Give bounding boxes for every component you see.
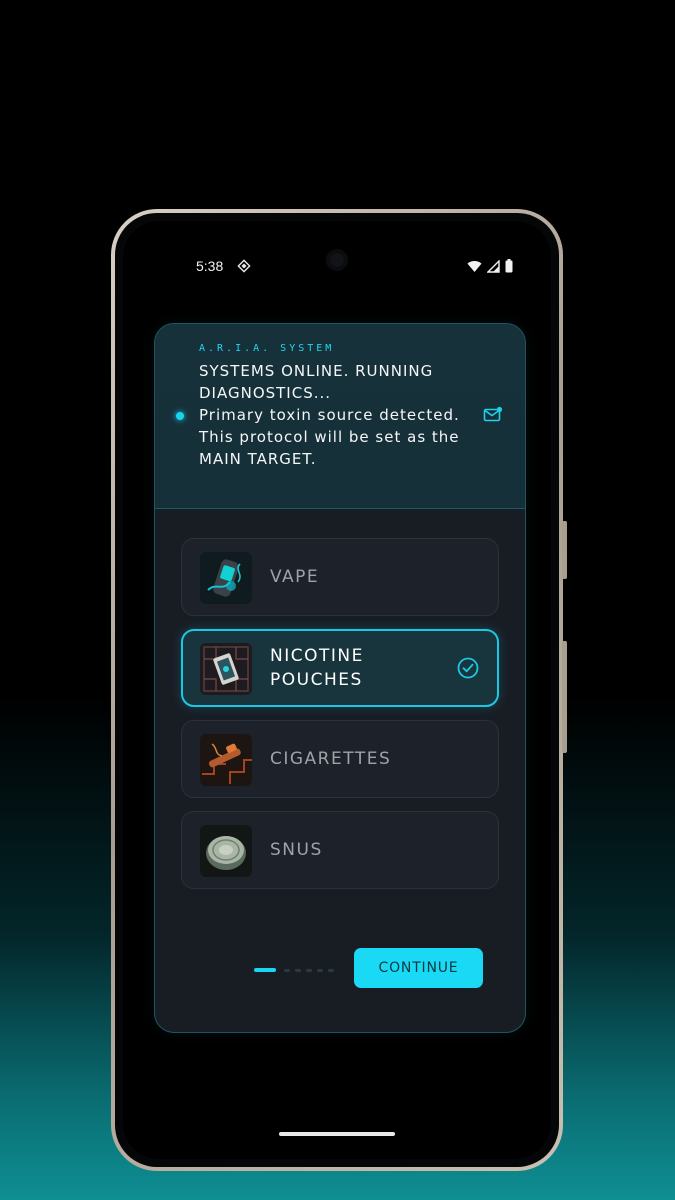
option-vape[interactable]: VAPE xyxy=(181,538,499,616)
battery-icon xyxy=(505,259,513,273)
vpn-icon xyxy=(237,259,251,273)
message-notification-icon[interactable] xyxy=(483,406,503,424)
message-sender: A.R.I.A. SYSTEM xyxy=(199,343,335,354)
continue-button[interactable]: CONTINUE xyxy=(354,948,483,988)
check-circle-icon xyxy=(457,657,479,679)
page-dot-active xyxy=(254,968,276,972)
card-footer: CONTINUE xyxy=(155,948,525,992)
page-dot xyxy=(284,968,290,972)
front-camera xyxy=(326,249,348,271)
page-dot xyxy=(306,968,312,972)
message-text: SYSTEMS ONLINE. RUNNING DIAGNOSTICS... P… xyxy=(199,362,460,468)
option-label: SNUS xyxy=(270,840,323,860)
option-label: VAPE xyxy=(270,567,320,587)
option-label: NICOTINE POUCHES xyxy=(270,646,364,690)
target-selection-card: A.R.I.A. SYSTEM SYSTEMS ONLINE. RUNNING … xyxy=(154,323,526,1033)
message-indicator-dot xyxy=(176,412,184,420)
option-cigarettes[interactable]: CIGARETTES xyxy=(181,720,499,798)
wifi-icon xyxy=(467,260,482,272)
screen: 5:38 A.R.I.A. SYSTEM SYSTEMS ONLINE. RUN… xyxy=(123,221,551,1159)
option-list: VAPE NICOTINE POUCHES CIGARETTES SNUS xyxy=(181,538,499,902)
nicotine-pouches-image xyxy=(200,643,252,695)
page-indicator xyxy=(254,968,334,972)
vape-image xyxy=(200,552,252,604)
status-time: 5:38 xyxy=(196,258,224,274)
phone-frame: 5:38 A.R.I.A. SYSTEM SYSTEMS ONLINE. RUN… xyxy=(111,209,567,1171)
page-dot xyxy=(317,968,323,972)
volume-button xyxy=(562,641,567,753)
cigarettes-image xyxy=(200,734,252,786)
system-message: A.R.I.A. SYSTEM SYSTEMS ONLINE. RUNNING … xyxy=(155,324,525,509)
page-dot xyxy=(295,968,301,972)
snus-image xyxy=(200,825,252,877)
option-label: CIGARETTES xyxy=(270,749,392,769)
home-indicator[interactable] xyxy=(279,1132,395,1136)
power-button xyxy=(562,521,567,579)
page-dot xyxy=(328,968,334,972)
option-nicotine-pouches[interactable]: NICOTINE POUCHES xyxy=(181,629,499,707)
status-icons xyxy=(467,259,513,273)
phone-bezel: 5:38 A.R.I.A. SYSTEM SYSTEMS ONLINE. RUN… xyxy=(115,213,559,1167)
option-snus[interactable]: SNUS xyxy=(181,811,499,889)
cellular-signal-icon xyxy=(487,259,500,273)
